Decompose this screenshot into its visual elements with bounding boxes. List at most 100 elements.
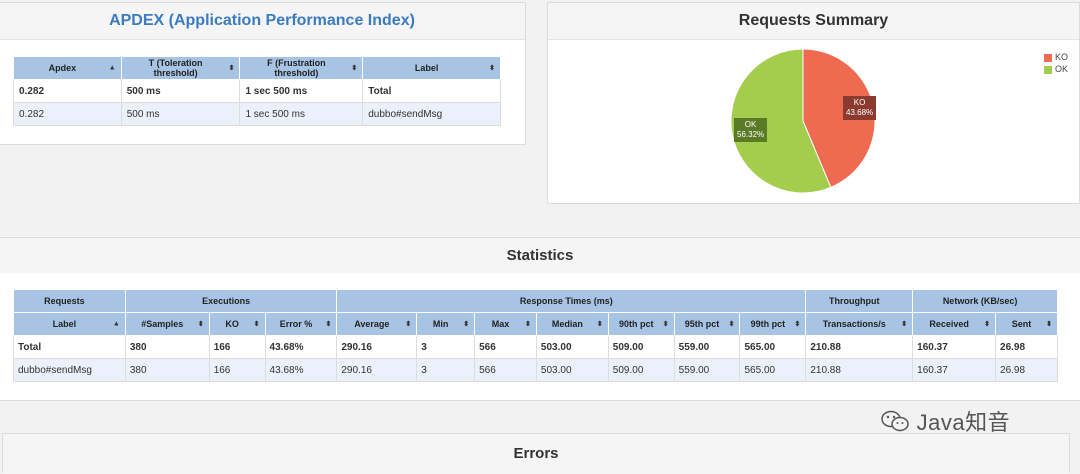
stats-header-95th[interactable]: 95th pct ⬍ xyxy=(673,312,741,336)
stats-header-min[interactable]: Min ⬍ xyxy=(416,312,476,336)
watermark: Java知音 xyxy=(880,405,1010,439)
sort-icon: ⬍ xyxy=(228,65,235,72)
apdex-table: Apdex ▲ T (Toleration threshold) ⬍ F (Frus… xyxy=(13,56,501,126)
stats-cell: 160.37 xyxy=(912,358,997,382)
stats-cell: dubbo#sendMsg xyxy=(13,358,126,382)
stats-header-90th[interactable]: 90th pct ⬍ xyxy=(607,312,675,336)
group-response-times: Response Times (ms) xyxy=(336,289,807,313)
sort-icon: ⬍ xyxy=(794,321,801,328)
stats-cell: 26.98 xyxy=(995,335,1058,359)
stats-cell: 565.00 xyxy=(739,358,807,382)
stats-cell: 503.00 xyxy=(535,335,609,359)
stats-cell: 509.00 xyxy=(607,335,675,359)
stats-cell: 160.37 xyxy=(912,335,997,359)
apdex-cell: dubbo#sendMsg xyxy=(362,102,501,126)
requests-summary-panel: Requests Summary KO 43.68% OK 56.32% KO … xyxy=(547,2,1080,204)
stats-cell: 290.16 xyxy=(336,335,418,359)
stats-header-error-pct[interactable]: Error % ⬍ xyxy=(264,312,338,336)
pie-legend: KO OK xyxy=(1044,51,1068,75)
group-network: Network (KB/sec) xyxy=(912,289,1058,313)
stats-cell: 26.98 xyxy=(995,358,1058,382)
table-row: dubbo#sendMsg 380 166 43.68% 290.16 3 566 503.0… xyxy=(13,358,1058,382)
stats-cell: 210.88 xyxy=(805,358,914,382)
sort-asc-icon: ▲ xyxy=(112,320,120,328)
apdex-panel: APDEX (Application Performance Index) Ap… xyxy=(0,2,526,145)
group-requests: Requests xyxy=(13,289,126,313)
sort-icon: ⬍ xyxy=(984,321,991,328)
stats-cell: 43.68% xyxy=(264,335,338,359)
apdex-cell: 0.282 xyxy=(13,102,122,126)
stats-header-samples[interactable]: #Samples ⬍ xyxy=(124,312,210,336)
wechat-icon xyxy=(880,409,910,439)
stats-cell: 380 xyxy=(124,335,210,359)
sort-icon: ⬍ xyxy=(1046,321,1052,328)
sort-icon: ⬍ xyxy=(901,321,908,328)
apdex-header-frustration[interactable]: F (Frustration threshold) ⬍ xyxy=(239,56,364,80)
legend-item-ko[interactable]: KO xyxy=(1044,51,1068,63)
statistics-panel: Requests Executions Response Times (ms) … xyxy=(0,273,1080,401)
apdex-cell: 500 ms xyxy=(120,79,241,103)
stats-header-99th[interactable]: 99th pct ⬍ xyxy=(739,312,807,336)
apdex-header-apdex[interactable]: Apdex ▲ xyxy=(13,56,122,80)
statistics-title: Statistics xyxy=(0,237,1080,274)
stats-cell: 166 xyxy=(208,358,266,382)
pie-label-ok: OK 56.32% xyxy=(734,118,768,142)
sort-icon: ⬍ xyxy=(662,321,669,328)
stats-header-transactions[interactable]: Transactions/s ⬍ xyxy=(805,312,914,336)
apdex-cell: 1 sec 500 ms xyxy=(239,79,364,103)
legend-label-ok: OK xyxy=(1055,64,1069,74)
apdex-cell: 0.282 xyxy=(13,79,122,103)
sort-icon: ⬍ xyxy=(525,321,531,328)
table-row: Total 380 166 43.68% 290.16 3 566 503.00 509.00 5… xyxy=(13,335,1058,359)
sort-asc-icon: ▲ xyxy=(108,64,116,72)
apdex-cell: 500 ms xyxy=(120,102,241,126)
apdex-header-label[interactable]: Label ⬍ xyxy=(362,56,501,80)
apdex-title: APDEX (Application Performance Index) xyxy=(0,3,525,40)
sort-icon: ⬍ xyxy=(463,321,470,328)
pie-label-ok-pct: 56.32% xyxy=(737,130,765,139)
stats-cell: 509.00 xyxy=(607,358,675,382)
sort-icon: ⬍ xyxy=(489,65,495,72)
stats-cell: 43.68% xyxy=(264,358,338,382)
pie-label-ok-name: OK xyxy=(744,120,757,129)
table-row: 0.282 500 ms 1 sec 500 ms Total xyxy=(13,79,501,103)
legend-item-ok[interactable]: OK xyxy=(1044,63,1068,75)
sort-icon: ⬍ xyxy=(253,321,260,328)
stats-cell: Total xyxy=(13,335,126,359)
stats-header-average[interactable]: Average ⬍ xyxy=(336,312,418,336)
apdex-cell: 1 sec 500 ms xyxy=(239,102,364,126)
stats-cell: 166 xyxy=(208,335,266,359)
apdex-header-toleration[interactable]: T (Toleration threshold) ⬍ xyxy=(120,56,241,80)
pie-label-ko-pct: 43.68% xyxy=(846,108,874,117)
stats-cell: 3 xyxy=(416,335,476,359)
sort-icon: ⬍ xyxy=(728,321,735,328)
errors-title: Errors xyxy=(3,434,1069,474)
sort-icon: ⬍ xyxy=(325,321,332,328)
stats-header-ko[interactable]: KO ⬍ xyxy=(208,312,266,336)
statistics-table: Requests Executions Response Times (ms) … xyxy=(13,289,1058,382)
sort-icon: ⬍ xyxy=(596,321,603,328)
stats-cell: 566 xyxy=(474,335,537,359)
sort-icon: ⬍ xyxy=(197,321,204,328)
stats-header-median[interactable]: Median ⬍ xyxy=(535,312,609,336)
pie-label-ko-name: KO xyxy=(853,98,866,107)
stats-header-max[interactable]: Max ⬍ xyxy=(474,312,537,336)
table-row: 0.282 500 ms 1 sec 500 ms dubbo#sendMsg xyxy=(13,102,501,126)
stats-header-received[interactable]: Received ⬍ xyxy=(912,312,997,336)
stats-cell: 503.00 xyxy=(535,358,609,382)
sort-icon: ⬍ xyxy=(351,65,358,72)
legend-swatch-ok xyxy=(1044,65,1052,74)
stats-header-label[interactable]: Label ▲ xyxy=(13,312,126,336)
group-throughput: Throughput xyxy=(805,289,914,313)
legend-swatch-ko xyxy=(1044,53,1052,62)
stats-cell: 566 xyxy=(474,358,537,382)
stats-cell: 210.88 xyxy=(805,335,914,359)
stats-cell: 380 xyxy=(124,358,210,382)
watermark-text: Java知音 xyxy=(916,410,1011,435)
stats-header-sent[interactable]: Sent ⬍ xyxy=(995,312,1058,336)
sort-icon: ⬍ xyxy=(405,321,412,328)
stats-cell: 559.00 xyxy=(673,335,741,359)
stats-cell: 290.16 xyxy=(336,358,418,382)
stats-cell: 565.00 xyxy=(739,335,807,359)
stats-cell: 3 xyxy=(416,358,476,382)
